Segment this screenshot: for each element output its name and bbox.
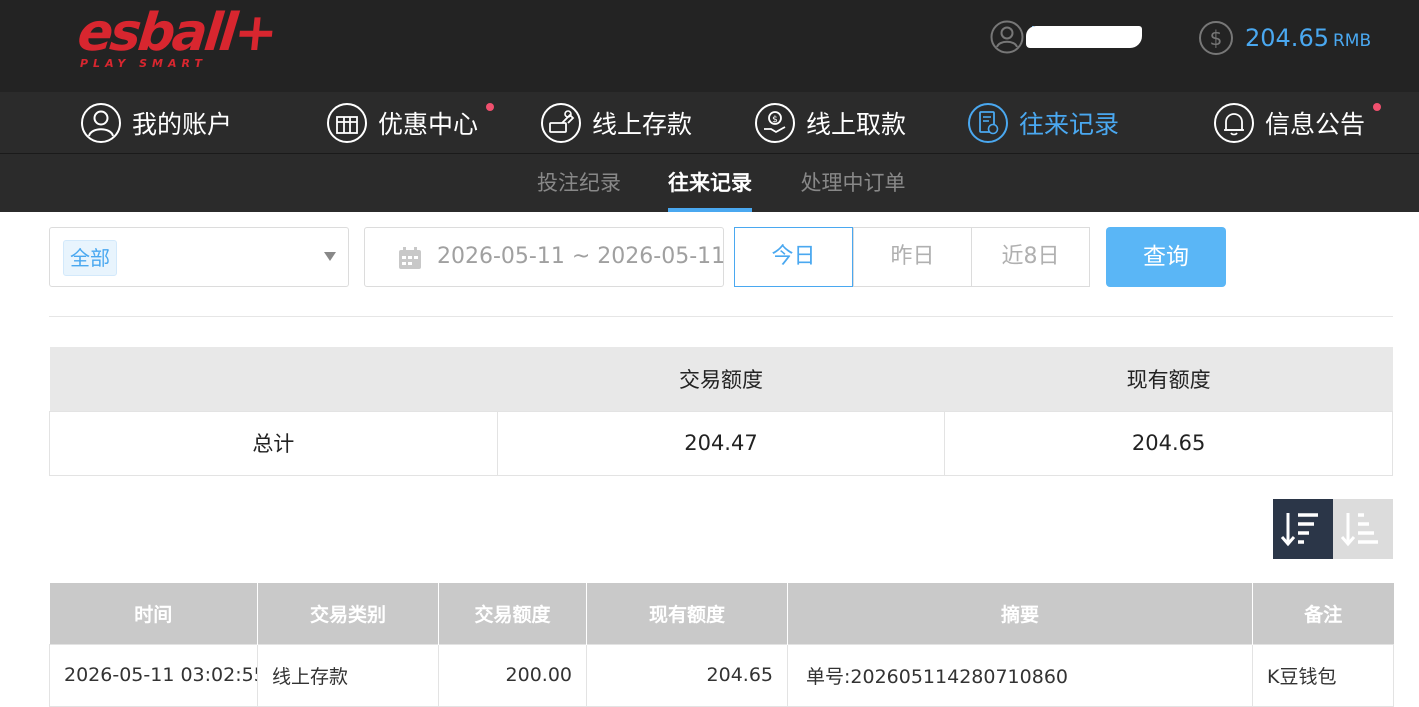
- nav-announcements[interactable]: 信息公告: [1213, 92, 1365, 154]
- summary-header-current: 现有额度: [944, 347, 1393, 411]
- date-range-picker[interactable]: 2026-05-11 ~ 2026-05-11: [364, 227, 726, 287]
- cell-amount: 200.00: [438, 643, 587, 707]
- nav-label: 优惠中心: [378, 110, 479, 139]
- divider: [49, 316, 1393, 317]
- sub-nav: 投注纪录 往来记录 处理中订单: [0, 154, 1419, 212]
- nav-label: 信息公告: [1265, 110, 1366, 139]
- balance-currency: RMB: [1332, 31, 1372, 51]
- selected-type-tag[interactable]: 全部: [63, 240, 117, 276]
- balance-display: 204.65 RMB: [1245, 22, 1371, 54]
- sort-descending-button[interactable]: [1273, 499, 1333, 559]
- tab-label: 往来记录: [668, 171, 752, 195]
- logo-tagline: PLAY SMART: [80, 57, 207, 70]
- balance-amount: 204.65: [1245, 24, 1329, 52]
- date-range-text: 2026-05-11 ~ 2026-05-11: [437, 244, 726, 269]
- cell-time: 2026-05-11 03:02:55: [49, 643, 258, 707]
- records-header-row: 时间 交易类别 交易额度 现有额度 摘要 备注: [49, 583, 1394, 644]
- cell-balance: 204.65: [586, 643, 788, 707]
- summary-table: 交易额度 现有额度 总计 204.47 204.65: [49, 347, 1393, 476]
- col-header-balance[interactable]: 现有额度: [586, 583, 788, 644]
- active-tab-underline: [668, 208, 752, 212]
- nav-records[interactable]: 往来记录: [967, 92, 1119, 154]
- caret-down-icon: [324, 252, 336, 261]
- tab-transactions[interactable]: 往来记录: [668, 154, 752, 212]
- cell-type: 线上存款: [257, 643, 439, 707]
- summary-current-amount: 204.65: [944, 410, 1393, 476]
- type-select[interactable]: 全部: [49, 227, 349, 287]
- nav-label: 往来记录: [1019, 110, 1120, 139]
- user-circle-icon: [81, 103, 121, 143]
- svg-text:$: $: [1210, 26, 1223, 50]
- summary-total-label: 总计: [49, 410, 498, 476]
- summary-transaction-amount: 204.47: [496, 410, 946, 476]
- col-header-type[interactable]: 交易类别: [257, 583, 439, 644]
- sort-descending-icon: [1280, 513, 1318, 547]
- notification-dot: [1373, 103, 1381, 111]
- sort-ascending-button[interactable]: [1333, 499, 1393, 559]
- deposit-icon: [541, 103, 581, 143]
- summary-total-row: 总计 204.47 204.65: [49, 410, 1393, 476]
- col-header-note[interactable]: 备注: [1252, 583, 1394, 644]
- summary-header-transaction: 交易额度: [497, 347, 945, 411]
- summary-header-blank: [49, 347, 498, 411]
- withdraw-icon: $: [755, 103, 795, 143]
- range-today-button[interactable]: 今日: [734, 227, 853, 287]
- nav-deposit[interactable]: 线上存款: [540, 92, 692, 154]
- nav-withdraw[interactable]: $ 线上取款: [754, 92, 906, 154]
- tab-bet-records[interactable]: 投注纪录: [536, 154, 622, 212]
- query-button[interactable]: 查询: [1106, 227, 1226, 287]
- gift-icon: [327, 103, 367, 143]
- cell-summary: 单号:202605114280710860: [787, 643, 1253, 707]
- username-redaction: [1026, 26, 1142, 48]
- bell-icon: [1214, 103, 1254, 143]
- logo-wordmark: esball+: [74, 3, 278, 63]
- calendar-icon: [399, 247, 421, 269]
- table-row[interactable]: 2026-05-11 03:02:55 线上存款 200.00 204.65 单…: [49, 643, 1394, 707]
- coin-icon: $: [1199, 21, 1233, 55]
- user-icon: [990, 20, 1024, 54]
- col-header-amount[interactable]: 交易额度: [438, 583, 587, 644]
- col-header-time[interactable]: 时间: [49, 583, 258, 644]
- svg-text:$: $: [772, 115, 778, 125]
- nav-my-account[interactable]: 我的账户: [80, 92, 232, 154]
- top-bar: esball+ PLAY SMART hanguo $ 204.65RMB: [0, 0, 1419, 92]
- nav-label: 线上取款: [806, 110, 907, 139]
- sort-ascending-icon: [1340, 513, 1378, 547]
- main-nav: 我的账户 优惠中心 线上存款 $ 线上取款 往来记录 信息公告: [0, 92, 1419, 154]
- range-8days-button[interactable]: 近8日: [971, 227, 1090, 287]
- nav-label: 我的账户: [132, 110, 233, 139]
- tab-pending-orders[interactable]: 处理中订单: [800, 154, 906, 212]
- col-header-summary[interactable]: 摘要: [787, 583, 1253, 644]
- esball-logo[interactable]: esball+ PLAY SMART: [75, 3, 278, 70]
- summary-header-row: 交易额度 现有额度: [49, 347, 1393, 411]
- records-table: 时间 交易类别 交易额度 现有额度 摘要 备注 2026-05-11 03:02…: [49, 583, 1394, 707]
- notification-dot: [486, 103, 494, 111]
- range-yesterday-button[interactable]: 昨日: [853, 227, 972, 287]
- nav-promotions[interactable]: 优惠中心: [326, 92, 478, 154]
- records-icon: [968, 103, 1008, 143]
- cell-note: K豆钱包: [1252, 643, 1394, 707]
- nav-label: 线上存款: [592, 110, 693, 139]
